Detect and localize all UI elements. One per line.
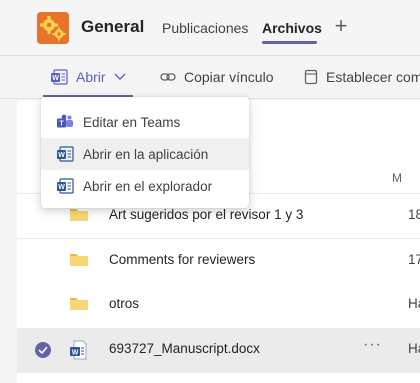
link-icon — [160, 71, 176, 83]
copy-link-button[interactable]: Copiar vínculo — [160, 65, 274, 89]
table-row[interactable]: otros Ha — [17, 283, 420, 327]
checkmark-icon[interactable] — [35, 342, 51, 358]
set-as-button[interactable]: Establecer com — [304, 65, 420, 89]
chevron-down-icon — [114, 73, 126, 81]
folder-icon — [69, 251, 89, 272]
modified-value: Ha — [408, 296, 420, 311]
file-name[interactable]: Art sugeridos por el revisor 1 y 3 — [109, 207, 303, 222]
open-label: Abrir — [76, 69, 106, 85]
set-as-label: Establecer com — [326, 69, 420, 85]
menu-item-label: Abrir en el explorador — [83, 178, 213, 194]
modified-value: 17 — [408, 252, 420, 267]
word-icon: W — [50, 69, 68, 85]
copy-link-label: Copiar vínculo — [184, 69, 274, 85]
menu-item-edit-in-teams[interactable]: T Editar en Teams — [41, 106, 249, 138]
menu-item-label: Editar en Teams — [83, 114, 181, 130]
menu-item-open-in-browser[interactable]: W Abrir en el explorador — [41, 170, 249, 202]
menu-item-open-in-app[interactable]: W Abrir en la aplicación — [41, 138, 249, 170]
tab-publicaciones[interactable]: Publicaciones — [162, 20, 248, 36]
svg-text:W: W — [52, 75, 59, 82]
table-row[interactable]: Comments for reviewers 17 — [17, 239, 420, 283]
active-tab-indicator — [262, 41, 317, 44]
word-icon: W — [56, 145, 74, 163]
channel-title: General — [81, 17, 145, 36]
tab-archivos[interactable]: Archivos — [262, 20, 322, 36]
plus-icon: + — [334, 13, 348, 38]
file-name[interactable]: 693727_Manuscript.docx — [109, 341, 260, 356]
svg-text:W: W — [72, 350, 79, 357]
open-dropdown-menu: T Editar en Teams W Abrir en la aplicaci… — [41, 97, 249, 208]
word-icon: W — [56, 177, 74, 195]
menu-item-label: Abrir en la aplicación — [83, 146, 209, 162]
add-tab-button[interactable]: + — [331, 13, 351, 39]
folder-icon — [69, 295, 89, 316]
column-header-modified[interactable]: M — [392, 171, 402, 185]
file-name[interactable]: otros — [109, 296, 139, 311]
more-options-icon[interactable]: ··· — [363, 336, 382, 354]
row-divider — [17, 372, 420, 373]
channel-header: General Publicaciones Archivos + — [0, 0, 420, 55]
modified-value: Ha — [408, 341, 420, 356]
file-name[interactable]: Comments for reviewers — [109, 252, 255, 267]
folder-icon — [69, 206, 89, 227]
team-logo[interactable] — [37, 12, 69, 44]
teams-icon: T — [56, 113, 74, 131]
table-row-selected[interactable]: W 693727_Manuscript.docx ··· Ha — [17, 328, 420, 372]
svg-text:W: W — [58, 184, 65, 191]
word-document-icon: W — [69, 340, 87, 365]
svg-text:W: W — [58, 152, 65, 159]
modified-value: 18 — [408, 207, 420, 222]
svg-text:T: T — [59, 121, 64, 128]
open-button[interactable]: W Abrir — [50, 65, 126, 89]
page-icon — [304, 69, 318, 85]
